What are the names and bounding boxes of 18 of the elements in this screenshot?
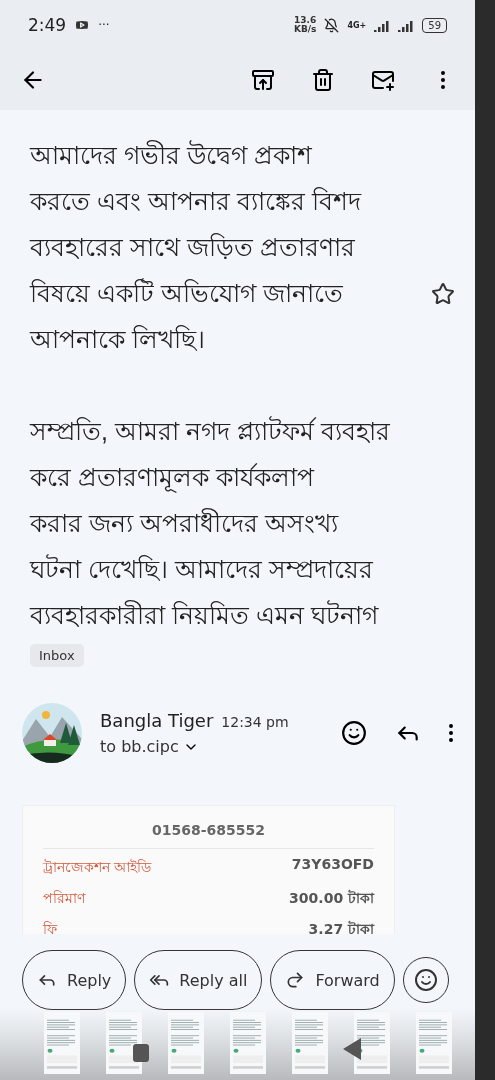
inbox-label[interactable]: Inbox [30,644,84,667]
receipt-label: পরিমাণ [43,889,85,908]
receipt-label: ট্রানজেকশন আইডি [43,858,152,877]
sender-name: Bangla Tiger [100,710,214,731]
receipt-value: 300.00 টাকা [289,889,374,908]
recipient-text: to bb.cipc [100,737,179,756]
receipt-value: 3.27 টাকা [308,920,374,934]
merchant-phone: 01568-685552 [43,816,374,849]
network-speed: 13.6 KB/s [293,16,317,34]
battery-level: 59 [422,17,447,33]
sent-time: 12:34 pm [221,714,289,730]
status-more: ··· [98,18,110,32]
receipt-label: ফি [43,920,57,934]
message-paragraph: আমাদের গভীর উদ্বেগ প্রকাশ করতে এবং আপনার ব্যাঙ্কের বিশদ ব্যবহারের সাথে জড়িত প্রতারণার বিষয়ে একটি অভিযোগ জানাতে আপনাকে লিখছি। [30,139,361,355]
message-paragraph: সম্প্রতি, আমরা নগদ প্ল্যাটফর্ম ব্যবহার করে প্রতারণামূলক কার্যকলাপ করার জন্য অপরাধীদের অসংখ্য ঘটনা দেখেছি। আমাদের সম্প্রদায়ের ব্যবহারকারীরা নিয়মিত এমন ঘটনাগ [30,415,391,631]
network-type: 4G+ [347,20,367,30]
status-time: 2:49 [28,15,67,35]
receipt-value: 73Y63OFD [291,856,374,874]
